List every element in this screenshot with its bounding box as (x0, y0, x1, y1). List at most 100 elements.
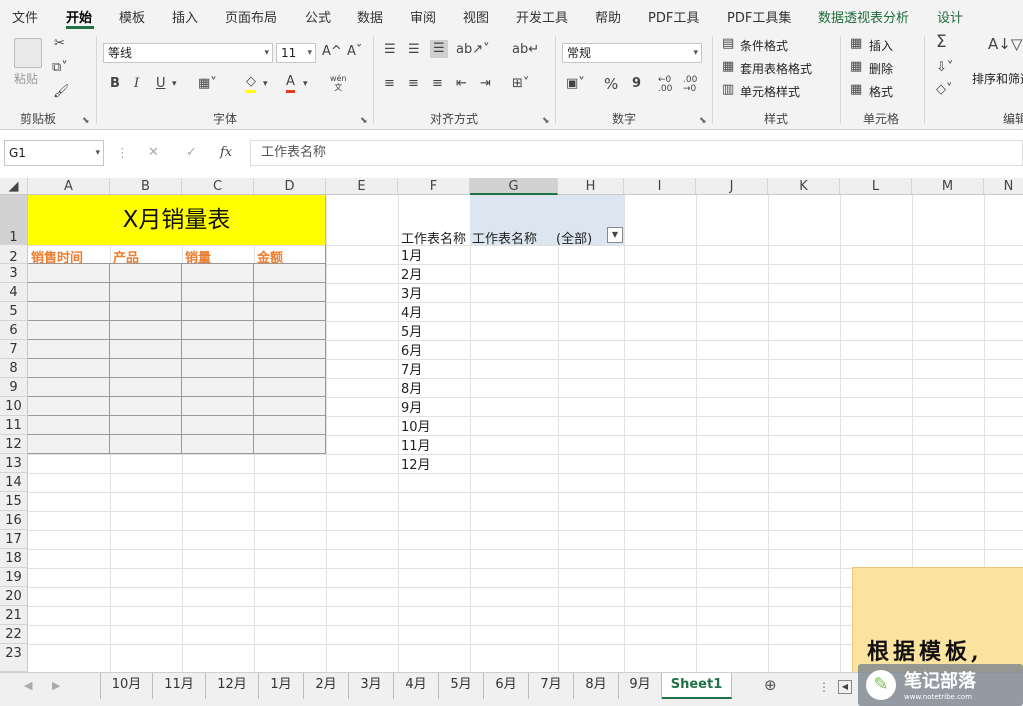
month-cell[interactable]: 8月 (401, 378, 422, 397)
sheet-tab[interactable]: 12月 (206, 673, 259, 699)
column-header[interactable]: A (28, 178, 110, 195)
format-as-table-button[interactable]: 套用表格格式 (740, 60, 812, 77)
menu-view[interactable]: 视图 (463, 7, 489, 26)
month-cell[interactable]: 3月 (401, 283, 422, 302)
row-header[interactable]: 21 (0, 606, 28, 625)
autosum-icon[interactable]: Σ (936, 34, 947, 51)
align-bottom-icon[interactable]: ☰ (430, 40, 448, 58)
menu-home[interactable]: 开始 (66, 7, 92, 26)
number-format-select[interactable]: 常规 ▾ (562, 43, 702, 63)
column-header[interactable]: N (984, 178, 1023, 195)
underline-button[interactable]: U (156, 76, 166, 92)
column-header[interactable]: B (110, 178, 182, 195)
orientation-icon[interactable]: ab↗˅ (456, 42, 490, 58)
merge-center-icon[interactable]: ⊞˅ (512, 76, 529, 92)
filter-dropdown-icon[interactable]: ▼ (607, 227, 623, 243)
menu-developer[interactable]: 开发工具 (516, 7, 568, 26)
formula-input[interactable]: 工作表名称 (250, 140, 1023, 166)
fill-color-icon[interactable]: ◇ (246, 74, 256, 93)
menu-design[interactable]: 设计 (937, 7, 963, 26)
month-cell[interactable]: 6月 (401, 340, 422, 359)
row-header[interactable]: 6 (0, 321, 28, 340)
select-all-corner[interactable]: ◢ (0, 178, 28, 195)
cut-icon[interactable]: ✂ (54, 36, 65, 52)
sheet-tab[interactable]: 11月 (153, 673, 206, 699)
align-center-icon[interactable]: ≡ (408, 76, 419, 92)
month-cell[interactable]: 9月 (401, 397, 422, 416)
menu-formulas[interactable]: 公式 (305, 7, 331, 26)
row-header[interactable]: 11 (0, 416, 28, 435)
font-name-select[interactable]: 等线 ▾ (103, 43, 273, 63)
cell-styles-button[interactable]: 单元格样式 (740, 83, 800, 100)
menu-page-layout[interactable]: 页面布局 (225, 7, 277, 26)
column-header[interactable]: H (558, 178, 624, 195)
sheet-tab[interactable]: 6月 (484, 673, 529, 699)
month-cell[interactable]: 10月 (401, 416, 431, 435)
month-cell[interactable]: 11月 (401, 435, 431, 454)
row-header[interactable]: 16 (0, 511, 28, 530)
delete-cells-button[interactable]: 删除 (869, 60, 893, 77)
font-size-select[interactable]: 11 ▾ (276, 43, 316, 63)
sheet-tab[interactable]: 4月 (394, 673, 439, 699)
bold-button[interactable]: B (110, 76, 120, 92)
increase-indent-icon[interactable]: ⇥ (480, 76, 491, 92)
wrap-text-icon[interactable]: ab↵ (512, 42, 539, 58)
menu-help[interactable]: 帮助 (595, 7, 621, 26)
comma-style-button[interactable]: 9 (632, 76, 641, 92)
column-header[interactable]: I (624, 178, 696, 195)
column-header[interactable]: E (326, 178, 398, 195)
month-cell[interactable]: 1月 (401, 245, 422, 264)
row-header[interactable]: 10 (0, 397, 28, 416)
align-left-icon[interactable]: ≡ (384, 76, 395, 92)
column-header[interactable]: L (840, 178, 912, 195)
row-header[interactable]: 22 (0, 625, 28, 644)
percent-button[interactable]: % (604, 76, 618, 92)
sort-filter-button[interactable]: 排序和筛选 (972, 70, 1023, 87)
column-header[interactable]: K (768, 178, 840, 195)
menu-pdf-tools[interactable]: PDF工具 (648, 7, 699, 26)
menu-template[interactable]: 模板 (119, 7, 145, 26)
cancel-icon[interactable]: ✕ (148, 145, 159, 161)
row-header[interactable]: 12 (0, 435, 28, 454)
sheet-tab[interactable]: 1月 (259, 673, 304, 699)
grow-font-icon[interactable]: A^ (322, 44, 342, 60)
copy-icon[interactable]: ⧉˅ (52, 60, 68, 76)
row-header[interactable]: 7 (0, 340, 28, 359)
column-header[interactable]: C (182, 178, 254, 195)
sheet-tab[interactable]: 10月 (100, 673, 153, 699)
shrink-font-icon[interactable]: Aˇ (347, 44, 362, 60)
increase-decimal-icon[interactable]: ←0.00 (658, 76, 672, 94)
fill-icon[interactable]: ⇩˅ (936, 60, 953, 76)
chevron-down-icon[interactable]: ▾ (303, 76, 308, 92)
row-header[interactable]: 15 (0, 492, 28, 511)
month-cell[interactable]: 7月 (401, 359, 422, 378)
phonetic-icon[interactable]: wén 文 (330, 74, 347, 92)
format-painter-icon[interactable]: 🖌 (53, 84, 70, 100)
chevron-down-icon[interactable]: ▾ (263, 76, 268, 92)
column-header[interactable]: M (912, 178, 984, 195)
sort-filter-icon[interactable]: A↓▽ (988, 36, 1022, 52)
conditional-format-button[interactable]: 条件格式 (740, 37, 788, 54)
sheet-tab[interactable]: 9月 (619, 673, 662, 699)
font-color-icon[interactable]: A (286, 74, 295, 93)
sheet-tab-active[interactable]: Sheet1 (662, 673, 732, 699)
column-header[interactable]: D (254, 178, 326, 195)
scroll-left-icon[interactable]: ◀ (838, 680, 852, 694)
row-header[interactable]: 14 (0, 473, 28, 492)
menu-data[interactable]: 数据 (357, 7, 383, 26)
enter-icon[interactable]: ✓ (186, 145, 197, 161)
menu-pivot-analyze[interactable]: 数据透视表分析 (818, 7, 909, 26)
sheet-title-cell[interactable]: X月销量表 (28, 195, 326, 245)
chevron-down-icon[interactable]: ▾ (172, 76, 177, 92)
row-header[interactable]: 17 (0, 530, 28, 549)
scroll-tabs-right-icon[interactable]: ▶ (52, 678, 60, 694)
clipboard-launcher-icon[interactable]: ⬊ (82, 116, 90, 126)
align-top-icon[interactable]: ☰ (384, 42, 396, 58)
row-header[interactable]: 8 (0, 359, 28, 378)
row-header[interactable]: 13 (0, 454, 28, 473)
alignment-launcher-icon[interactable]: ⬊ (542, 116, 550, 126)
sheet-tab[interactable]: 8月 (574, 673, 619, 699)
border-icon[interactable]: ▦˅ (198, 76, 217, 92)
align-middle-icon[interactable]: ☰ (408, 42, 420, 58)
sheet-tab[interactable]: 7月 (529, 673, 574, 699)
